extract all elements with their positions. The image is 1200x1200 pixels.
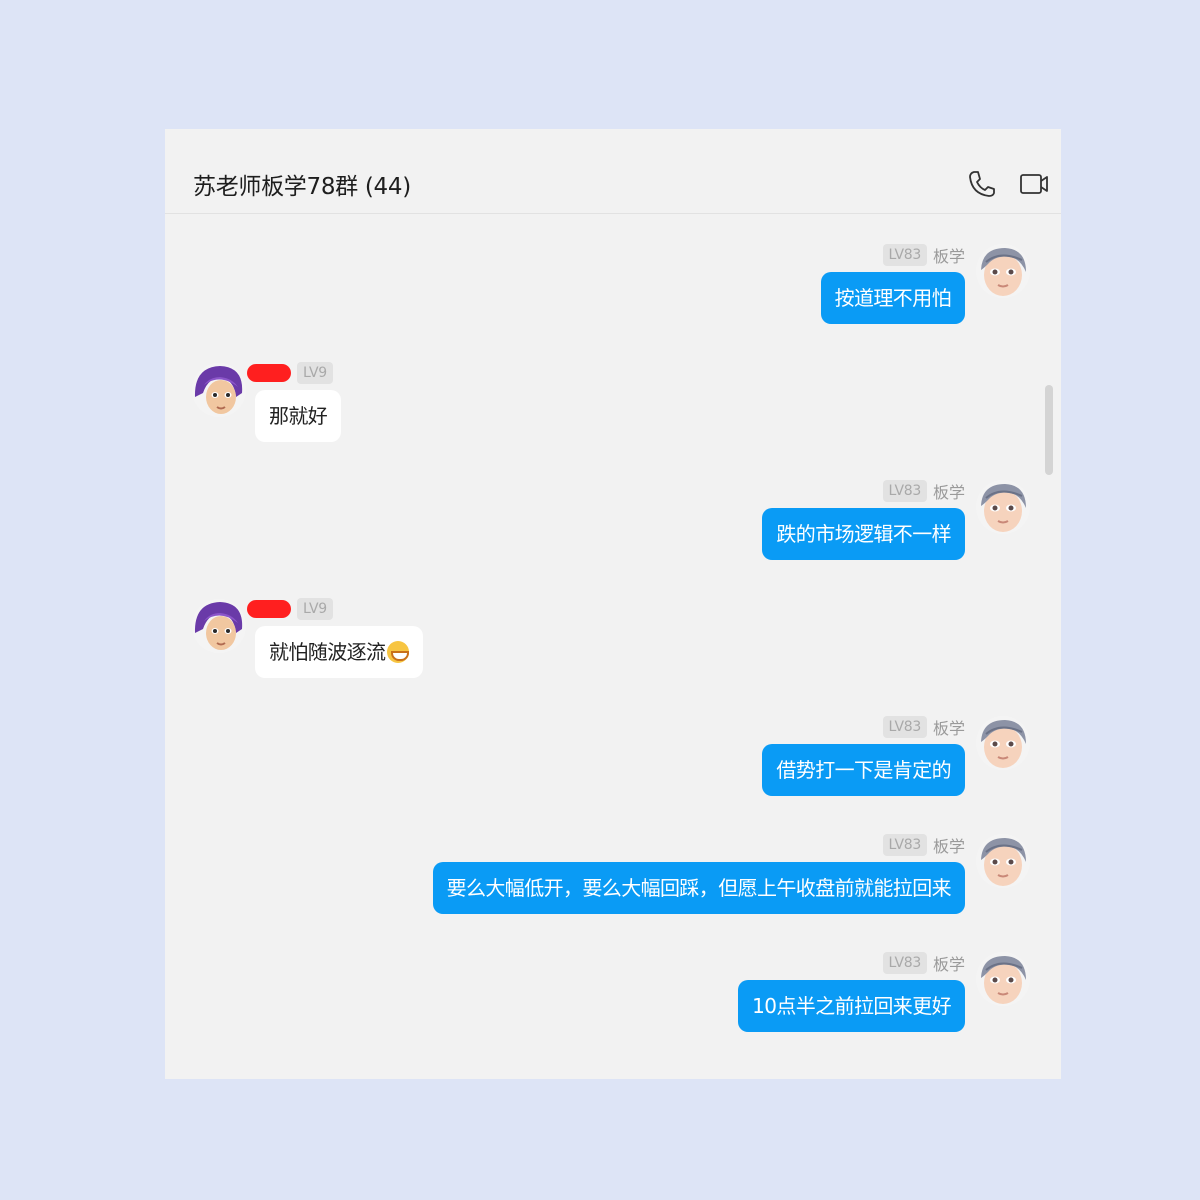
redacted-name xyxy=(247,364,291,382)
avatar[interactable] xyxy=(192,599,246,653)
avatar[interactable] xyxy=(976,716,1030,770)
level-badge: LV83 xyxy=(882,834,927,856)
avatar[interactable] xyxy=(976,480,1030,534)
role-label: 板学 xyxy=(932,483,965,502)
message-bubble[interactable]: 10点半之前拉回来更好 xyxy=(738,980,965,1032)
sender-meta: LV83 板学 xyxy=(882,716,965,738)
chat-window: 苏老师板学78群 (44) LV83 板学 按道理不用怕 LV9 那就好 LV8… xyxy=(165,129,1061,1079)
chat-title: 苏老师板学78群 (44) xyxy=(193,174,411,200)
sender-meta: LV83 板学 xyxy=(882,244,965,266)
message-bubble[interactable]: 跌的市场逻辑不一样 xyxy=(762,508,965,560)
level-badge: LV83 xyxy=(882,716,927,738)
level-badge: LV83 xyxy=(882,244,927,266)
sender-meta: LV83 板学 xyxy=(882,834,965,856)
message-bubble[interactable]: 要么大幅低开，要么大幅回踩，但愿上午收盘前就能拉回来 xyxy=(432,862,965,914)
role-label: 板学 xyxy=(932,247,965,266)
avatar[interactable] xyxy=(976,244,1030,298)
message-bubble[interactable]: 按道理不用怕 xyxy=(820,272,965,324)
level-badge: LV83 xyxy=(882,952,927,974)
level-badge: LV9 xyxy=(297,598,333,620)
grin-emoji xyxy=(387,640,410,663)
chat-header: 苏老师板学78群 (44) xyxy=(165,129,1061,214)
phone-icon[interactable] xyxy=(967,169,997,199)
sender-meta: LV83 板学 xyxy=(882,480,965,502)
role-label: 板学 xyxy=(932,955,965,974)
message-bubble[interactable]: 借势打一下是肯定的 xyxy=(762,744,965,796)
sender-meta: LV9 xyxy=(247,362,333,384)
video-icon[interactable] xyxy=(1019,169,1049,199)
avatar[interactable] xyxy=(976,834,1030,888)
sender-meta: LV83 板学 xyxy=(882,952,965,974)
message-bubble[interactable]: 就怕随波逐流 xyxy=(255,626,424,678)
level-badge: LV83 xyxy=(882,480,927,502)
message-bubble[interactable]: 那就好 xyxy=(255,390,342,442)
avatar[interactable] xyxy=(192,363,246,417)
role-label: 板学 xyxy=(932,837,965,856)
level-badge: LV9 xyxy=(297,362,333,384)
message-scrollbar[interactable] xyxy=(1045,385,1053,475)
avatar[interactable] xyxy=(976,952,1030,1006)
redacted-name xyxy=(247,600,291,618)
message-text: 就怕随波逐流 xyxy=(269,640,386,664)
role-label: 板学 xyxy=(932,719,965,738)
sender-meta: LV9 xyxy=(247,598,333,620)
